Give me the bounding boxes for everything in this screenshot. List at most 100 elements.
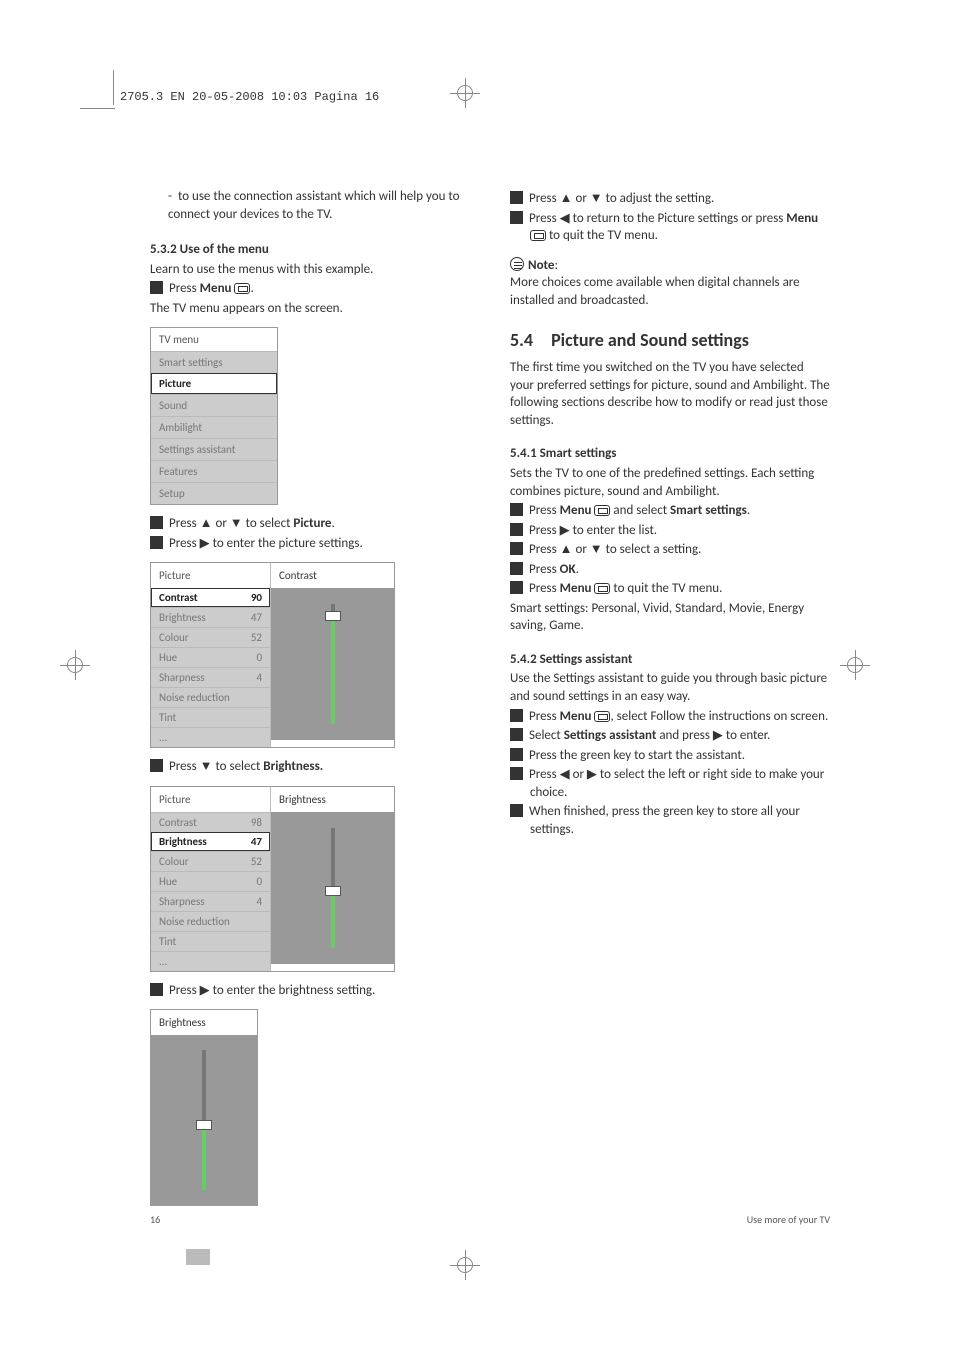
step-1: 1Press Menu , select Follow the instruct…: [510, 708, 830, 726]
menu-row: ...: [151, 727, 270, 747]
note-icon: [510, 257, 524, 271]
menu-item: Smart settings: [151, 351, 277, 373]
menu-icon: [594, 711, 610, 722]
picture-menu-brightness: Picture Contrast98 Brightness47 Colour52…: [150, 786, 395, 972]
menu-icon: [594, 583, 610, 594]
heading-5-4: 5.4Picture and Sound settings: [510, 329, 830, 351]
menu-icon: [530, 230, 546, 241]
slider-title: Contrast: [271, 563, 394, 588]
step-number-icon: 6: [510, 191, 523, 204]
step-5: 5Press Menu to quit the TV menu.: [510, 580, 830, 598]
step-5: 5Press ▶ to enter the brightness setting…: [150, 982, 470, 1000]
menu-row: Hue0: [151, 871, 270, 891]
step-number-icon: 1: [510, 503, 523, 516]
heading-5-4-1: 5.4.1 Smart settings: [510, 445, 830, 463]
step-number-icon: 3: [510, 748, 523, 761]
step-2: 2Select Settings assistant and press ▶ t…: [510, 727, 830, 745]
step-number-icon: 4: [510, 562, 523, 575]
step-number-icon: 5: [150, 983, 163, 996]
step-number-icon: 7: [510, 211, 523, 224]
menu-item: Settings assistant: [151, 438, 277, 460]
tv-menu-illustration: TV menu Smart settings Picture Sound Amb…: [150, 327, 278, 505]
tab-marker-icon: [186, 1249, 210, 1265]
registration-mark-icon: [60, 650, 90, 680]
note-text: More choices come available when digital…: [510, 274, 830, 309]
brightness-box: Brightness: [150, 1009, 258, 1206]
menu-row: ...: [151, 951, 270, 971]
step-number-icon: 5: [510, 581, 523, 594]
menu-row: Contrast98: [151, 812, 270, 832]
intro-text: Learn to use the menus with this example…: [150, 261, 470, 279]
step-2: 2Press ▲ or ▼ to select Picture.: [150, 515, 470, 533]
menu-item: Ambilight: [151, 416, 277, 438]
step-number-icon: 2: [510, 728, 523, 741]
step-number-icon: 4: [510, 767, 523, 780]
menu-row: Tint: [151, 931, 270, 951]
registration-mark-icon: [840, 650, 870, 680]
menu-row: Hue0: [151, 647, 270, 667]
section-name: Use more of your TV: [747, 1213, 830, 1226]
step-2: 2Press ▶ to enter the list.: [510, 522, 830, 540]
heading-5-4-2: 5.4.2 Settings assistant: [510, 651, 830, 669]
smart-settings-list: Smart settings: Personal, Vivid, Standar…: [510, 600, 830, 635]
step-number-icon: 2: [510, 523, 523, 536]
picture-menu-title: Picture: [151, 563, 270, 588]
menu-row: Noise reduction: [151, 911, 270, 931]
picture-menu-title: Picture: [151, 787, 270, 812]
menu-row: Colour52: [151, 627, 270, 647]
heading-5-3-2: 5.3.2 Use of the menu: [150, 241, 470, 259]
left-column: -to use the connection assistant which w…: [150, 188, 470, 1216]
step-6: 6Press ▲ or ▼ to adjust the setting.: [510, 190, 830, 208]
vertical-slider: [184, 1050, 224, 1190]
print-header: 2705.3 EN 20-05-2008 10:03 Pagina 16: [120, 90, 379, 104]
menu-item: Setup: [151, 482, 277, 504]
step-3: 3Press ▲ or ▼ to select a setting.: [510, 541, 830, 559]
slider-area: [151, 1035, 257, 1205]
step-4: 4Press ▼ to select Brightness.: [150, 758, 470, 776]
step-4: 4Press OK.: [510, 561, 830, 579]
step-4: 4Press ◀ or ▶ to select the left or righ…: [510, 766, 830, 801]
menu-row-selected: Contrast90: [151, 588, 270, 607]
step-number-icon: 1: [510, 709, 523, 722]
note-heading: Note:: [510, 257, 830, 275]
step-1: 1Press Menu and select Smart settings.: [510, 502, 830, 520]
slider-title: Brightness: [271, 787, 394, 812]
crop-mark-icon: [80, 108, 115, 143]
step-3: 3Press the green key to start the assist…: [510, 747, 830, 765]
menu-item: Features: [151, 460, 277, 482]
intro-bullet: -to use the connection assistant which w…: [150, 188, 470, 223]
menu-row: Tint: [151, 707, 270, 727]
page-footer: 16 Use more of your TV: [150, 1213, 830, 1226]
slider-area: [271, 812, 394, 964]
step-number-icon: 3: [510, 542, 523, 555]
subsection-intro: Use the Settings assistant to guide you …: [510, 670, 830, 705]
menu-row-selected: Brightness47: [151, 832, 270, 851]
step-number-icon: 5: [510, 804, 523, 817]
menu-icon: [234, 283, 250, 294]
page-number: 16: [150, 1213, 160, 1226]
picture-menu-contrast: Picture Contrast90 Brightness47 Colour52…: [150, 562, 395, 748]
menu-item-selected: Picture: [151, 373, 277, 394]
step-1: 1Press Menu .: [150, 280, 470, 298]
slider-area: [271, 588, 394, 740]
registration-mark-icon: [450, 1250, 480, 1280]
menu-item: Sound: [151, 394, 277, 416]
vertical-slider: [313, 604, 353, 724]
step-number-icon: 1: [150, 281, 163, 294]
step-number-icon: 2: [150, 516, 163, 529]
step-3: 3Press ▶ to enter the picture settings.: [150, 535, 470, 553]
step-1-result: The TV menu appears on the screen.: [150, 300, 470, 318]
vertical-slider: [313, 828, 353, 948]
menu-row: Sharpness4: [151, 667, 270, 687]
page-content: -to use the connection assistant which w…: [150, 188, 830, 1216]
menu-row: Noise reduction: [151, 687, 270, 707]
step-5: 5When finished, press the green key to s…: [510, 803, 830, 838]
menu-icon: [594, 505, 610, 516]
tv-menu-title: TV menu: [151, 328, 277, 351]
menu-row: Colour52: [151, 851, 270, 871]
subsection-intro: Sets the TV to one of the predefined set…: [510, 465, 830, 500]
step-number-icon: 3: [150, 536, 163, 549]
registration-mark-icon: [450, 78, 480, 108]
brightness-title: Brightness: [151, 1010, 257, 1035]
crop-mark-icon: [113, 70, 114, 105]
